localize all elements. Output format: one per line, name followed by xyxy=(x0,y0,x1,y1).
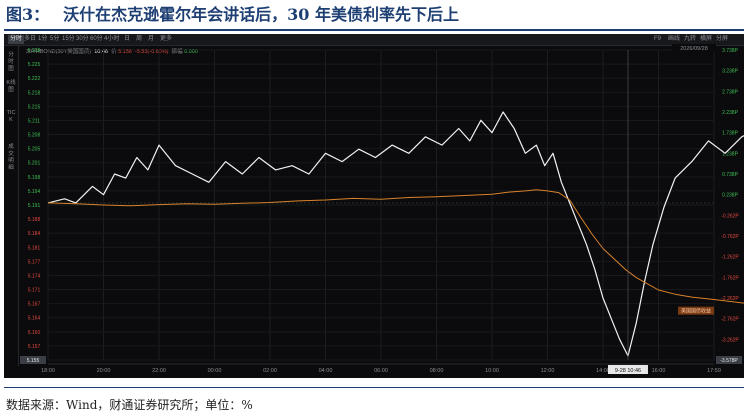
price-chart[interactable]: 5.228 5.225 5.222 5.218 5.215 5.211 5.208 5.205… xyxy=(4,34,744,378)
y-right-tick-label: 3.738P xyxy=(722,48,739,54)
chart-panel: 分时 多日 1分 5分 15分 30分 60分 4小时 日 周 月 更多 F9 … xyxy=(4,34,744,378)
y-left-tick-label: 5.228 xyxy=(28,48,41,54)
x-tick-label: 16:00 xyxy=(652,368,666,374)
y-left-tick-label: 5.191 xyxy=(28,203,41,209)
y-right-tick-label: -0.262P xyxy=(721,213,739,219)
crosshair-price-label: 5.155 xyxy=(27,358,40,364)
y-left-tick-label: 5.205 xyxy=(28,147,41,153)
y-left-tick-label: 5.222 xyxy=(28,76,41,82)
y-left-tick-label: 5.188 xyxy=(28,217,41,223)
y-right-tick-label: -3.262P xyxy=(721,337,739,343)
y-left-tick-label: 5.211 xyxy=(28,118,40,124)
figure-title-text: 沃什在杰克逊霍尔年会讲话后，30 年美债利率先下后上 xyxy=(63,5,459,24)
y-left-tick-label: 5.215 xyxy=(28,104,41,110)
x-tick-label: 08:00 xyxy=(430,368,444,374)
x-tick-label: 20:00 xyxy=(97,368,111,374)
x-tick-label: 17:59 xyxy=(707,368,721,374)
y-left-tick-label: 5.157 xyxy=(28,344,41,350)
y-left-tick-label: 5.218 xyxy=(28,90,41,96)
x-tick-label: 22:00 xyxy=(152,368,166,374)
y-left-tick-label: 5.174 xyxy=(28,273,41,279)
y-left-tick-label: 5.225 xyxy=(28,62,41,68)
right-axis: 3.738P3.238P2.738P2.238P1.738P1.238P0.73… xyxy=(721,48,739,364)
y-left-tick-label: 5.171 xyxy=(28,288,41,294)
crosshair-time-label: 9-28 10:46 xyxy=(615,368,641,374)
end-label-text: 美国国债收益 xyxy=(681,308,711,315)
y-left-tick-label: 5.194 xyxy=(28,189,41,195)
x-tick-label: 12:00 xyxy=(541,368,555,374)
title-rule xyxy=(4,29,744,31)
y-right-tick-label: 3.238P xyxy=(722,69,739,75)
y-right-tick-label: 1.738P xyxy=(722,131,739,137)
y-right-tick-label: -2.762P xyxy=(721,317,739,323)
x-tick-label: 14:00 xyxy=(596,368,610,374)
x-tick-label: 02:00 xyxy=(263,368,277,374)
y-left-tick-label: 5.184 xyxy=(28,231,41,237)
y-left-tick-label: 5.208 xyxy=(28,133,41,139)
y-right-tick-label: -1.762P xyxy=(721,275,739,281)
x-tick-label: 00:00 xyxy=(208,368,222,374)
y-right-tick-label: -0.762P xyxy=(721,234,739,240)
figure-number: 图3： xyxy=(6,5,50,24)
left-axis: 5.228 5.225 5.222 5.218 5.215 5.211 5.208 5.205… xyxy=(28,48,41,364)
figure-title: 图3： 沃什在杰克逊霍尔年会讲话后，30 年美债利率先下后上 xyxy=(6,2,459,28)
x-tick-label: 10:00 xyxy=(485,368,499,374)
x-tick-label: 18:00 xyxy=(41,368,55,374)
y-right-tick-label: 2.738P xyxy=(722,89,739,95)
y-left-tick-label: 5.201 xyxy=(28,161,41,167)
y-left-tick-label: 5.167 xyxy=(28,302,41,308)
y-right-tick-label: 0.738P xyxy=(722,172,739,178)
y-left-tick-label: 5.181 xyxy=(28,245,41,251)
y-left-tick-label: 5.198 xyxy=(28,175,41,181)
y-right-tick-label: 2.238P xyxy=(722,110,739,116)
y-right-tick-label: -1.262P xyxy=(721,255,739,261)
y-left-tick-label: 5.164 xyxy=(28,316,41,322)
x-tick-label: 04:00 xyxy=(319,368,333,374)
y-left-tick-label: 5.160 xyxy=(28,330,41,336)
y-left-tick-label: 5.177 xyxy=(28,259,41,265)
y-right-tick-label: 0.238P xyxy=(722,193,739,199)
x-tick-label: 06:00 xyxy=(374,368,388,374)
source-rule xyxy=(4,387,744,388)
source-note: 数据来源：Wind，财通证券研究所；单位：% xyxy=(6,398,253,412)
crosshair-value-label: -3.578P xyxy=(720,358,738,364)
chart-date-label: 2026/09/28 xyxy=(680,46,708,52)
